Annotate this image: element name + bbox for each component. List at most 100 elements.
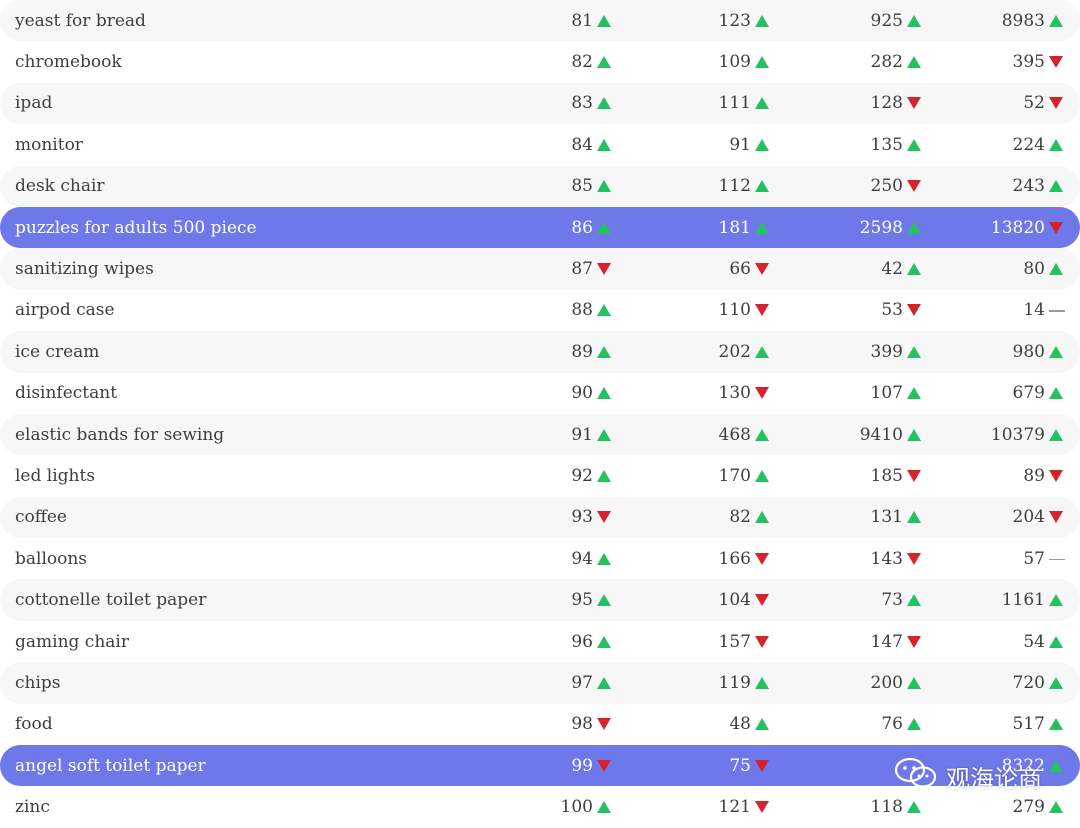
rank-value: 980 bbox=[1012, 341, 1045, 362]
rank-value: 100 bbox=[560, 797, 593, 818]
trend-up-icon bbox=[755, 138, 769, 151]
trend-down-icon bbox=[907, 304, 921, 317]
trend-up-icon bbox=[597, 56, 611, 69]
rank-cell: 200 bbox=[871, 673, 921, 693]
trend-down-icon bbox=[907, 552, 921, 565]
keyword-label: ice cream bbox=[15, 341, 100, 362]
rank-cell: 119 bbox=[719, 673, 769, 693]
table-row[interactable]: chips 97 119 200 720 bbox=[0, 662, 1080, 704]
rank-value: 82 bbox=[729, 507, 751, 528]
rank-value: 8322 bbox=[1001, 755, 1045, 776]
rank-value: 89 bbox=[1023, 465, 1045, 486]
trend-down-icon bbox=[907, 635, 921, 648]
table-row[interactable]: disinfectant 90 130 107 679 bbox=[0, 373, 1080, 414]
table-row[interactable]: balloons 94 166 143 57 bbox=[0, 538, 1080, 579]
rank-cell: 76 bbox=[881, 714, 921, 734]
keyword-label: chromebook bbox=[15, 52, 122, 73]
rank-value: 90 bbox=[571, 383, 593, 404]
trend-up-icon bbox=[755, 428, 769, 441]
table-row[interactable]: desk chair 85 112 250 243 bbox=[0, 165, 1080, 207]
table-row[interactable]: elastic bands for sewing 91 468 9410 10379 bbox=[0, 413, 1080, 456]
trend-up-icon bbox=[755, 469, 769, 482]
rank-cell: 166 bbox=[719, 549, 769, 569]
rank-value: 109 bbox=[718, 52, 751, 73]
table-row[interactable]: airpod case 88 110 53 14 bbox=[0, 290, 1080, 331]
rank-value: 86 bbox=[571, 217, 593, 238]
rank-cell: 121 bbox=[719, 797, 769, 817]
trend-up-icon bbox=[907, 138, 921, 151]
table-row[interactable]: led lights 92 170 185 89 bbox=[0, 455, 1080, 496]
trend-down-icon bbox=[1049, 97, 1063, 110]
trend-down-icon bbox=[1049, 56, 1063, 69]
rank-value: 81 bbox=[571, 10, 593, 31]
rank-value: 112 bbox=[718, 176, 751, 197]
rank-value: 84 bbox=[571, 134, 593, 155]
rank-value: 282 bbox=[870, 52, 903, 73]
table-row[interactable]: zinc 100 121 118 279 bbox=[0, 786, 1080, 827]
rank-cell: 135 bbox=[871, 135, 921, 155]
trend-down-icon bbox=[755, 552, 769, 565]
rank-cell: 88 bbox=[571, 300, 611, 320]
trend-down-icon bbox=[755, 304, 769, 317]
table-row[interactable]: gaming chair 96 157 147 54 bbox=[0, 621, 1080, 662]
rank-cell: 66 bbox=[729, 259, 769, 279]
rank-cell: 170 bbox=[719, 466, 769, 486]
table-row[interactable]: monitor 84 91 135 224 bbox=[0, 124, 1080, 165]
rank-cell: 84 bbox=[571, 135, 611, 155]
keyword-label: sanitizing wipes bbox=[15, 259, 154, 280]
table-row[interactable]: puzzles for adults 500 piece 86 181 2598 138… bbox=[0, 206, 1080, 249]
rank-value: 119 bbox=[718, 672, 751, 693]
rank-cell: 282 bbox=[871, 52, 921, 72]
rank-cell: 14 bbox=[1023, 300, 1065, 320]
trend-up-icon bbox=[907, 221, 921, 234]
rank-value: 468 bbox=[718, 424, 751, 445]
table-row[interactable]: coffee 93 82 131 204 bbox=[0, 496, 1080, 539]
trend-down-icon bbox=[597, 263, 611, 276]
trend-up-icon bbox=[597, 180, 611, 193]
table-row[interactable]: ipad 83 111 128 52 bbox=[0, 82, 1080, 125]
trend-up-icon bbox=[907, 56, 921, 69]
rank-cell: 57 bbox=[1023, 549, 1065, 569]
keyword-label: desk chair bbox=[15, 176, 105, 197]
table-row[interactable]: food 98 48 76 517 bbox=[0, 704, 1080, 745]
rank-cell: 87 bbox=[571, 259, 611, 279]
rank-value: 76 bbox=[881, 714, 903, 735]
keyword-label: ipad bbox=[15, 93, 53, 114]
rank-value: 399 bbox=[870, 341, 903, 362]
trend-up-icon bbox=[1049, 14, 1063, 27]
rank-value: 80 bbox=[1023, 259, 1045, 280]
keyword-label: puzzles for adults 500 piece bbox=[15, 217, 257, 238]
rank-cell: 250 bbox=[871, 176, 921, 196]
table-row[interactable]: angel soft toilet paper 99 75 8322 bbox=[0, 745, 1080, 787]
rank-value: 85 bbox=[571, 176, 593, 197]
rank-cell: 517 bbox=[1013, 714, 1063, 734]
trend-up-icon bbox=[597, 387, 611, 400]
rank-cell: 75 bbox=[729, 756, 769, 776]
table-row[interactable]: ice cream 89 202 399 980 bbox=[0, 331, 1080, 373]
rank-cell: 91 bbox=[571, 425, 611, 445]
rank-cell: 147 bbox=[871, 632, 921, 652]
table-row[interactable]: chromebook 82 109 282 395 bbox=[0, 41, 1080, 82]
trend-up-icon bbox=[1049, 180, 1063, 193]
trend-up-icon bbox=[597, 469, 611, 482]
trend-up-icon bbox=[597, 801, 611, 814]
rank-cell: 679 bbox=[1013, 383, 1063, 403]
table-row[interactable]: cottonelle toilet paper 95 104 73 1161 bbox=[0, 579, 1080, 621]
rank-value: 204 bbox=[1012, 507, 1045, 528]
trend-up-icon bbox=[1049, 263, 1063, 276]
rank-value: 147 bbox=[870, 631, 903, 652]
rank-value: 925 bbox=[870, 10, 903, 31]
rank-cell: 243 bbox=[1013, 176, 1063, 196]
rank-value: 83 bbox=[571, 93, 593, 114]
table-row[interactable]: yeast for bread 81 123 925 8983 bbox=[0, 0, 1080, 42]
rank-cell: 13820 bbox=[991, 218, 1063, 238]
trend-up-icon bbox=[907, 14, 921, 27]
table-row[interactable]: sanitizing wipes 87 66 42 80 bbox=[0, 248, 1080, 290]
rank-value: 143 bbox=[870, 548, 903, 569]
rank-value: 98 bbox=[571, 714, 593, 735]
rank-cell: 1161 bbox=[1002, 590, 1063, 610]
rank-cell: 157 bbox=[719, 632, 769, 652]
rank-cell: 107 bbox=[871, 383, 921, 403]
rank-value: 517 bbox=[1012, 714, 1045, 735]
rank-cell: 395 bbox=[1013, 52, 1063, 72]
